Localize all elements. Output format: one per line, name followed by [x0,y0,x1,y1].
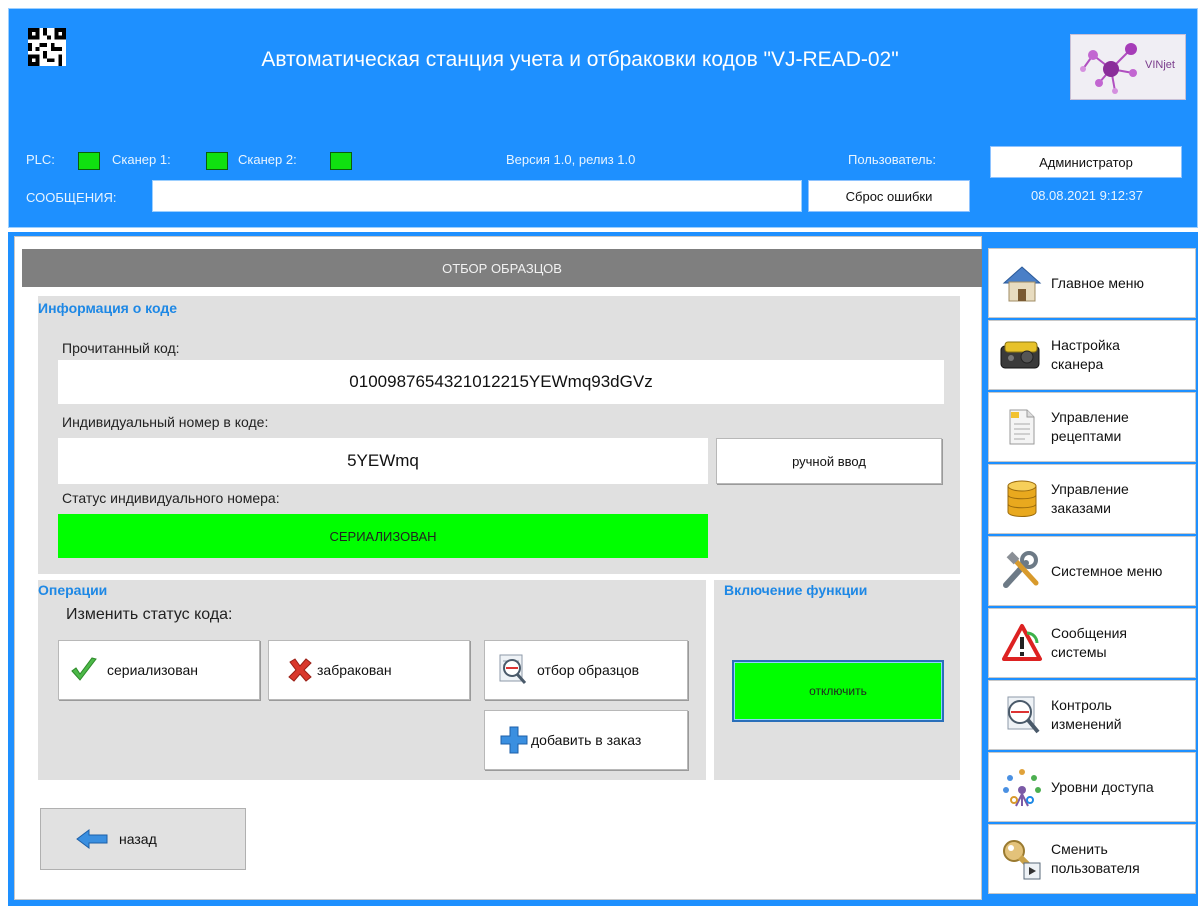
operations-heading: Операции [38,582,108,598]
serial-number-field: 5YEWmq [58,438,708,484]
read-code-label: Прочитанный код: [62,340,180,356]
version-text: Версия 1.0, релиз 1.0 [506,152,636,167]
back-button-label: назад [119,831,157,847]
database-icon [999,476,1045,522]
key-user-icon [999,836,1045,882]
reset-error-button[interactable]: Сброс ошибки [808,180,970,212]
code-info-heading: Информация о коде [38,300,178,316]
disable-function-button[interactable]: отключить [732,660,944,722]
sidebar-item-main-menu[interactable]: Главное меню [988,248,1196,318]
sidebar-item-label: Сменить пользователя [1051,841,1140,876]
read-code-field: 0100987654321012215YEWmq93dGVz [58,360,944,404]
sidebar-item-label: Контроль изменений [1051,697,1122,732]
warning-icon [999,620,1045,666]
sidebar-item-label: Сообщения системы [1051,625,1127,660]
checkmark-icon [71,657,97,681]
scanner1-status-indicator [206,152,228,170]
sidebar-item-system-menu[interactable]: Системное меню [988,536,1196,606]
back-button[interactable]: назад [40,808,246,870]
section-title: ОТБОР ОБРАЗЦОВ [22,249,982,287]
qr-code-icon [28,28,66,66]
app-title: Автоматическая станция учета и отбраковк… [261,48,899,71]
sidebar-item-change-control[interactable]: Контроль изменений [988,680,1196,750]
add-to-order-button-label: добавить в заказ [531,732,642,748]
sidebar-item-switch-user[interactable]: Сменить пользователя [988,824,1196,894]
change-status-label: Изменить статус кода: [66,606,233,623]
users-keys-icon [999,764,1045,810]
vinjet-logo: VINjet [1070,34,1186,100]
sampling-magnifier-icon [499,654,527,684]
document-icon [999,404,1045,450]
sidebar: Главное меню Настройка сканера Управлени… [988,248,1196,902]
home-icon [999,260,1045,306]
sampling-button[interactable]: отбор образцов [484,640,688,700]
logo-text: VINjet [1145,59,1175,71]
serial-status-indicator: СЕРИАЛИЗОВАН [58,514,708,558]
scanner2-status-indicator [330,152,352,170]
sidebar-item-access-levels[interactable]: Уровни доступа [988,752,1196,822]
rejected-button[interactable]: забракован [268,640,470,700]
magnifier-icon [999,692,1045,738]
tools-icon [999,548,1045,594]
sidebar-item-orders[interactable]: Управление заказами [988,464,1196,534]
datetime-display: 08.08.2021 9:12:37 [1030,188,1144,203]
sidebar-item-label: Главное меню [1051,274,1145,291]
sidebar-item-recipes[interactable]: Управление рецептами [988,392,1196,462]
sidebar-item-scanner-settings[interactable]: Настройка сканера [988,320,1196,390]
serial-status-label: Статус индивидуального номера: [62,490,280,506]
function-heading: Включение функции [724,582,868,598]
plc-status-indicator [78,152,100,170]
serialized-button[interactable]: сериализован [58,640,260,700]
messages-label: СООБЩЕНИЯ: [26,190,117,205]
user-label: Пользователь: [848,152,936,167]
sampling-button-label: отбор образцов [537,662,640,678]
plus-icon [500,726,528,754]
back-arrow-icon [76,829,108,849]
sidebar-item-label: Уровни доступа [1051,778,1154,795]
sidebar-item-system-messages[interactable]: Сообщения системы [988,608,1196,678]
serialized-button-label: сериализован [107,662,199,678]
serial-number-label: Индивидуальный номер в коде: [62,414,269,430]
current-user-field: Администратор [990,146,1182,178]
manual-input-button[interactable]: ручной ввод [716,438,942,484]
sidebar-item-label: Системное меню [1051,562,1163,579]
scanner-icon [999,332,1045,378]
sidebar-item-label: Управление рецептами [1051,409,1129,444]
messages-field [152,180,802,212]
scanner2-label: Сканер 2: [238,152,297,167]
sidebar-item-label: Настройка сканера [1051,337,1120,372]
sidebar-item-label: Управление заказами [1051,481,1129,516]
scanner1-label: Сканер 1: [112,152,171,167]
add-to-order-button[interactable]: добавить в заказ [484,710,688,770]
red-cross-icon [288,658,312,682]
plc-label: PLC: [26,152,55,167]
rejected-button-label: забракован [317,662,392,678]
